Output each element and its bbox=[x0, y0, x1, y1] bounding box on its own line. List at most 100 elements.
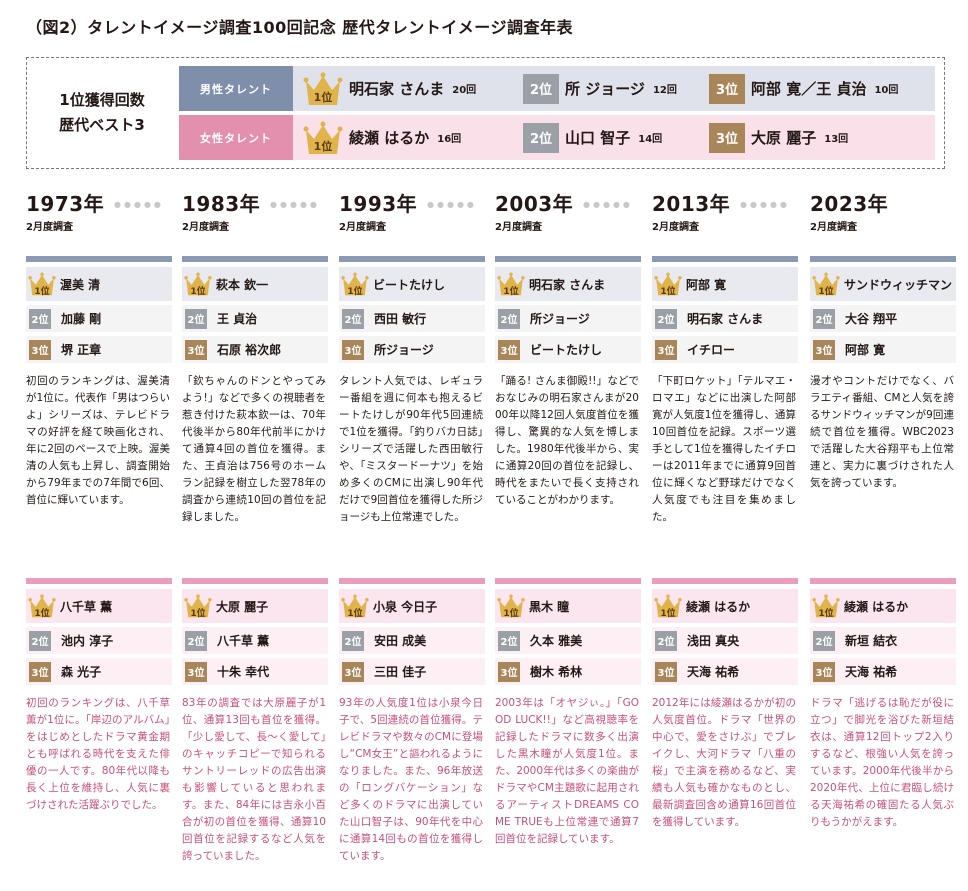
survey-month: 2月度調査 bbox=[652, 222, 699, 233]
top-three-summary: 1位獲得回数 歴代ベスト3 男性タレント 1位 明石家 さんま 20回 2位 所… bbox=[26, 57, 945, 169]
section-bar bbox=[810, 578, 956, 584]
summary-label: 1位獲得回数 歴代ベスト3 bbox=[27, 58, 177, 167]
crown-icon: 1位 bbox=[654, 592, 682, 620]
rank-second-row: 2位 八千草 薫 bbox=[182, 627, 328, 654]
rank-badge: 2位 bbox=[655, 308, 677, 329]
crown-icon: 1位 bbox=[303, 72, 343, 106]
rank-second-row: 2位 西田 敏行 bbox=[339, 305, 485, 332]
rank-third-name: ビートたけし bbox=[530, 343, 603, 357]
rank-label: 1位 bbox=[503, 609, 519, 619]
timeline-dots: ●●●●● bbox=[427, 200, 477, 209]
female-second-count: 14回 bbox=[638, 134, 663, 145]
rank-third-row: 3位 天海 祐希 bbox=[810, 658, 956, 685]
rank-third-row: 3位 樹木 希林 bbox=[495, 658, 641, 685]
rank-third-row: 3位 石原 裕次郎 bbox=[182, 336, 328, 363]
crown-icon: 1位 bbox=[497, 592, 525, 620]
rank-badge: 2位 bbox=[29, 630, 51, 651]
rank-label: 1位 bbox=[818, 609, 834, 619]
section-bar bbox=[495, 256, 641, 262]
rank-first-name: 八千草 薫 bbox=[60, 599, 113, 614]
rank-second-row: 2位王 貞治 bbox=[182, 305, 328, 332]
female-ranking: 1位 黒木 瞳 2位 久本 雅美 3位 樹木 希林 2003年は「オヤジぃ。」「GOOD L… bbox=[495, 578, 641, 848]
crown-icon: 1位 bbox=[184, 592, 212, 620]
female-summary-row: 女性タレント 1位 綾瀬 はるか 16回 2位 山口 智子 14回 3位 大原 … bbox=[179, 115, 935, 160]
section-bar bbox=[495, 578, 641, 584]
rank-second-row: 2位 新垣 結衣 bbox=[810, 627, 956, 654]
rank-badge: 2位 bbox=[523, 73, 559, 104]
female-description: 初回のランキングは、八千草薫が1位に。「岸辺のアルバム」をはじめとしたドラマ黄金… bbox=[26, 697, 170, 811]
rank-badge: 2位 bbox=[342, 630, 364, 651]
rank-label: 1位 bbox=[313, 90, 333, 104]
year-column: 1993年 ●●●●● 2月度調査 1位 ビートたけし 2位 西田 敏行 3位 所ジョージ タレン… bbox=[339, 188, 485, 888]
rank-first-row: 1位 サンドウィッチマン bbox=[810, 267, 956, 301]
year-column: 2013年 ●●●●● 2月度調査 1位 阿部 寛 2位 明石家 さんま 3位 イチロー 「下町ロ… bbox=[652, 188, 798, 888]
female-ranking: 1位 綾瀬 はるか 2位 新垣 結衣 3位 天海 祐希 ドラマ「逃げるは恥だが役に立つ」で脚… bbox=[810, 578, 956, 831]
survey-month: 2月度調査 bbox=[495, 222, 542, 233]
section-bar bbox=[26, 578, 172, 584]
male-description: 「踊る! さんま御殿!!」などでおなじみの明石家さんまが2000年以降12回人気… bbox=[495, 375, 639, 506]
section-bar bbox=[339, 578, 485, 584]
male-second-name: 所 ジョージ bbox=[565, 80, 645, 98]
rank-badge: 2位 bbox=[813, 630, 835, 651]
rank-third-name: 堺 正章 bbox=[61, 343, 102, 357]
rank-first-name: 明石家 さんま bbox=[529, 277, 606, 292]
rank-third-row: 3位堺 正章 bbox=[26, 336, 172, 363]
rank-first-name: 大原 麗子 bbox=[216, 599, 269, 614]
rank-first-name: ビートたけし bbox=[373, 277, 446, 292]
male-description: 「欽ちゃんのドンとやってみよう!」などで多くの視聴者を惹き付けた萩本欽一は、70… bbox=[182, 375, 326, 523]
rank-first-name: 黒木 瞳 bbox=[529, 599, 570, 614]
female-description: 2003年は「オヤジぃ。」「GOOD LUCK!!」など高視聴率を記録したドラマ… bbox=[495, 697, 639, 845]
female-first: 1位 綾瀬 はるか 16回 bbox=[303, 115, 461, 160]
rank-badge: 3位 bbox=[813, 661, 835, 682]
rank-third-name: 天海 祐希 bbox=[687, 665, 740, 679]
rank-third-row: 3位 所ジョージ bbox=[339, 336, 485, 363]
crown-icon: 1位 bbox=[184, 270, 212, 298]
rank-badge: 3位 bbox=[498, 661, 520, 682]
rank-second-row: 2位 池内 淳子 bbox=[26, 627, 172, 654]
rank-third-row: 3位 天海 祐希 bbox=[652, 658, 798, 685]
rank-badge: 3位 bbox=[655, 339, 677, 360]
crown-icon: 1位 bbox=[341, 592, 369, 620]
rank-label: 1位 bbox=[313, 139, 333, 153]
rank-badge: 3位 bbox=[813, 339, 835, 360]
survey-month: 2月度調査 bbox=[26, 222, 73, 233]
rank-badge: 2位 bbox=[185, 630, 207, 651]
rank-first-name: 小泉 今日子 bbox=[373, 599, 438, 614]
rank-second-name: 久本 雅美 bbox=[530, 634, 583, 648]
rank-badge: 3位 bbox=[709, 73, 745, 104]
rank-second-name: 西田 敏行 bbox=[374, 312, 427, 326]
male-tag: 男性タレント bbox=[179, 66, 293, 111]
rank-badge: 3位 bbox=[655, 661, 677, 682]
crown-icon: 1位 bbox=[812, 592, 840, 620]
rank-badge: 2位 bbox=[498, 308, 520, 329]
timeline-dots: ●●●●● bbox=[583, 200, 633, 209]
section-bar bbox=[339, 256, 485, 262]
rank-second-row: 2位 加藤 剛 bbox=[26, 305, 172, 332]
timeline-dots: ●●●●● bbox=[270, 200, 320, 209]
rank-label: 1位 bbox=[660, 609, 676, 619]
female-second-name: 山口 智子 bbox=[565, 129, 631, 147]
rank-third-name: 樹木 希林 bbox=[530, 665, 583, 679]
rank-first-row: 1位 綾瀬 はるか bbox=[652, 589, 798, 623]
rank-badge: 2位 bbox=[185, 308, 207, 329]
female-first-count: 16回 bbox=[437, 134, 462, 145]
year-column: 1973年 ●●●●● 2月度調査 1位 渥美 清 2位 加藤 剛 3位堺 正章 初回のランキン… bbox=[26, 188, 172, 888]
rank-first-name: 阿部 寛 bbox=[686, 277, 727, 292]
rank-badge: 3位 bbox=[342, 339, 364, 360]
rank-second-name: 八千草 薫 bbox=[217, 634, 270, 648]
summary-label-line2: 歴代ベスト3 bbox=[59, 115, 145, 134]
crown-icon: 1位 bbox=[812, 270, 840, 298]
male-summary-row: 男性タレント 1位 明石家 さんま 20回 2位 所 ジョージ 12回 3位 阿… bbox=[179, 66, 935, 111]
female-ranking: 1位 綾瀬 はるか 2位 浅田 真央 3位 天海 祐希 2012年には綾瀬はるかが初の人気度… bbox=[652, 578, 798, 831]
male-ranking: 1位 ビートたけし 2位 西田 敏行 3位 所ジョージ タレント人気では、レギュラー番組を週… bbox=[339, 256, 485, 526]
rank-first-name: 綾瀬 はるか bbox=[686, 599, 751, 614]
rank-second-row: 2位 明石家 さんま bbox=[652, 305, 798, 332]
male-first: 1位 明石家 さんま 20回 bbox=[303, 66, 476, 111]
rank-badge: 3位 bbox=[29, 339, 51, 360]
summary-label-line1: 1位獲得回数 bbox=[59, 90, 145, 109]
rank-third-name: 十朱 幸代 bbox=[217, 665, 270, 679]
timeline-dots: ●●●●● bbox=[740, 200, 790, 209]
rank-third-name: 阿部 寛 bbox=[845, 343, 886, 357]
rank-label: 1位 bbox=[503, 287, 519, 297]
survey-month: 2月度調査 bbox=[339, 222, 386, 233]
